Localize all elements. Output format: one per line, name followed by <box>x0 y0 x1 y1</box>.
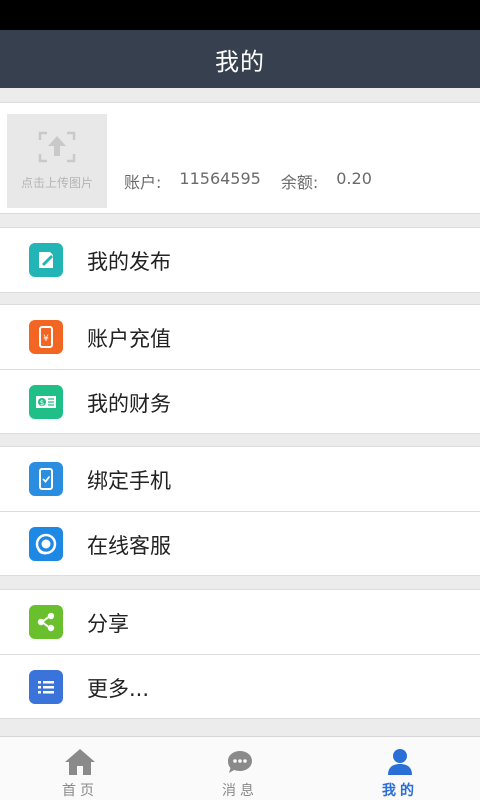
profile-section: 点击上传图片 账户: 11564595 余额: 0.20 <box>0 102 480 214</box>
phone-recharge-icon: ¥ <box>29 320 63 354</box>
menu-item-my-publish[interactable]: 我的发布 <box>0 228 480 292</box>
tab-label: 我的 <box>382 783 418 799</box>
status-bar <box>0 0 480 30</box>
money-icon: $ <box>29 385 63 419</box>
menu-group-other: 分享 更多... <box>0 589 480 719</box>
balance-value: 0.20 <box>336 169 372 188</box>
menu-group-publish: 我的发布 <box>0 227 480 293</box>
tab-home[interactable]: 首页 <box>0 737 160 800</box>
tab-messages[interactable]: 消息 <box>160 737 320 800</box>
menu-group-account: 绑定手机 在线客服 <box>0 446 480 576</box>
menu-group-finance: ¥ 账户充值 $ 我的财务 <box>0 304 480 434</box>
menu-label: 账户充值 <box>87 327 171 351</box>
headset-icon <box>29 527 63 561</box>
message-icon <box>223 746 257 778</box>
menu-label: 我的发布 <box>87 250 171 274</box>
menu-item-more[interactable]: 更多... <box>0 654 480 718</box>
account-value: 11564595 <box>179 169 261 188</box>
tab-mine[interactable]: 我的 <box>320 737 480 800</box>
menu-item-recharge[interactable]: ¥ 账户充值 <box>0 305 480 369</box>
balance-label: 余额: <box>280 173 319 192</box>
tab-label: 消息 <box>222 783 258 799</box>
list-icon <box>29 670 63 704</box>
avatar-upload-button[interactable]: 点击上传图片 <box>7 114 107 208</box>
menu-item-bind-phone[interactable]: 绑定手机 <box>0 447 480 511</box>
account-label: 账户: <box>124 173 162 192</box>
user-icon <box>383 746 417 778</box>
menu-label: 更多... <box>87 677 150 701</box>
menu-item-online-service[interactable]: 在线客服 <box>0 511 480 575</box>
page-title: 我的 <box>215 47 265 76</box>
publish-icon <box>29 243 63 277</box>
phone-check-icon <box>29 462 63 496</box>
menu-label: 绑定手机 <box>87 469 171 493</box>
svg-text:$: $ <box>40 399 44 407</box>
bottom-tab-bar: 首页 消息 我的 <box>0 736 480 800</box>
upload-icon <box>38 131 76 163</box>
title-bar: 我的 <box>0 30 480 88</box>
tab-label: 首页 <box>62 783 98 799</box>
home-icon <box>63 746 97 778</box>
menu-label: 分享 <box>87 612 129 636</box>
account-info: 账户: 11564595 余额: 0.20 <box>124 169 372 193</box>
menu-item-share[interactable]: 分享 <box>0 590 480 654</box>
menu-item-my-finance[interactable]: $ 我的财务 <box>0 369 480 433</box>
menu-label: 在线客服 <box>87 534 171 558</box>
svg-text:¥: ¥ <box>43 334 49 344</box>
menu-label: 我的财务 <box>87 392 171 416</box>
upload-label: 点击上传图片 <box>20 176 93 190</box>
share-icon <box>29 605 63 639</box>
